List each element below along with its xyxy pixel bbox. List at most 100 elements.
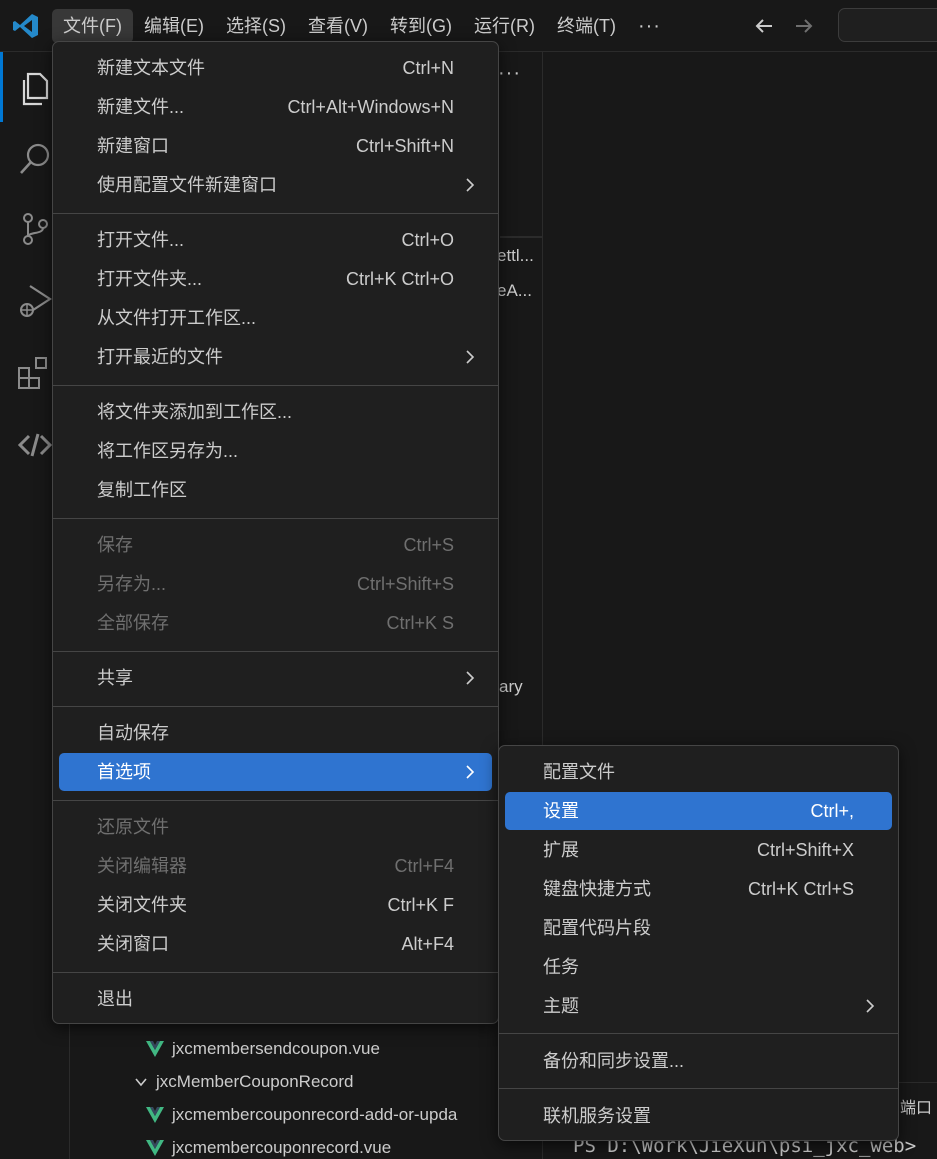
menu-item-label: 共享 [97,668,133,688]
tree-item-file[interactable]: jxcmembercouponrecord-add-or-upda [146,1100,457,1130]
menu-item-shortcut: Ctrl+O [401,230,454,250]
menu-item-close-folder[interactable]: 关闭文件夹 Ctrl+K F [59,886,492,924]
menu-item-new-file[interactable]: 新建文件... Ctrl+Alt+Windows+N [59,88,492,126]
menu-item-label: 打开最近的文件 [97,347,223,367]
run-debug-icon [20,285,53,317]
panel-tab-ports[interactable]: 端口 [900,1094,932,1118]
tree-item-file[interactable]: jxcmembersendcoupon.vue [146,1034,380,1064]
menu-edit[interactable]: 编辑(E) [133,9,215,43]
menu-item-label: 关闭编辑器 [97,856,187,876]
menu-item-close-window[interactable]: 关闭窗口 Alt+F4 [59,925,492,963]
menu-item-extensions[interactable]: 扩展 Ctrl+Shift+X [505,831,892,869]
menu-separator [499,1088,898,1089]
menu-item-open-recent[interactable]: 打开最近的文件 [59,338,492,376]
menu-item-save-as[interactable]: 另存为... Ctrl+Shift+S [59,565,492,603]
search-icon [20,143,50,174]
menu-terminal[interactable]: 终端(T) [546,9,627,43]
file-menu: 新建文本文件 Ctrl+N 新建文件... Ctrl+Alt+Windows+N… [52,41,499,1024]
tree-item-peek: eA... [497,281,532,300]
menu-item-shortcut: Ctrl+K S [386,613,454,633]
menu-item-settings[interactable]: 设置 Ctrl+, [505,792,892,830]
menu-item-label: 保存 [97,535,133,555]
menu-item-shortcut: Ctrl+F4 [394,856,454,876]
menu-item-keyboard-shortcuts[interactable]: 键盘快捷方式 Ctrl+K Ctrl+S [505,870,892,908]
menu-item-themes[interactable]: 主题 [505,987,892,1025]
menu-item-label: 全部保存 [97,613,169,633]
tree-item-file[interactable]: jxcmembercouponrecord.vue [146,1133,391,1159]
menu-item-close-editor[interactable]: 关闭编辑器 Ctrl+F4 [59,847,492,885]
menu-item-duplicate-workspace[interactable]: 复制工作区 [59,471,492,509]
menu-item-exit[interactable]: 退出 [59,980,492,1018]
menu-item-shortcut: Ctrl+K Ctrl+S [747,879,854,899]
menu-item-open-folder[interactable]: 打开文件夹... Ctrl+K Ctrl+O [59,260,492,298]
menu-view[interactable]: 查看(V) [297,9,379,43]
menu-more-button[interactable]: ··· [627,9,672,43]
menu-separator [53,518,498,519]
menu-item-new-window-with-profile[interactable]: 使用配置文件新建窗口 [59,166,492,204]
sidebar-divider [500,236,543,238]
command-center-search[interactable] [838,8,937,42]
menu-item-label: 主题 [543,996,579,1016]
chevron-right-icon [866,999,875,1013]
menu-item-shortcut: Ctrl+N [402,58,454,78]
menu-item-save[interactable]: 保存 Ctrl+S [59,526,492,564]
menu-item-profiles[interactable]: 配置文件 [505,753,892,791]
sidebar-more-actions[interactable]: ··· [498,62,521,85]
menu-separator [53,800,498,801]
chevron-right-icon [466,178,475,192]
menu-item-shortcut: Ctrl+K Ctrl+O [345,269,454,289]
menu-item-label: 扩展 [543,840,579,860]
menu-item-label: 新建文件... [97,97,185,117]
menu-selection[interactable]: 选择(S) [215,9,297,43]
navigation-controls [752,12,816,40]
vue-file-icon [146,1107,164,1123]
menu-item-open-workspace-from-file[interactable]: 从文件打开工作区... [59,299,492,337]
menu-item-share[interactable]: 共享 [59,659,492,697]
menu-item-add-folder-to-workspace[interactable]: 将文件夹添加到工作区... [59,393,492,431]
menu-separator [53,213,498,214]
menu-item-label: 另存为... [97,574,167,594]
source-control-icon [23,213,48,245]
menu-item-preferences[interactable]: 首选项 [59,753,492,791]
menu-item-label: 复制工作区 [97,480,187,500]
menu-item-label: 将文件夹添加到工作区... [97,402,293,422]
chevron-right-icon [466,671,475,685]
tree-item-label: jxcMemberCouponRecord [156,1072,354,1091]
files-icon [22,72,49,106]
menu-separator [53,972,498,973]
menu-item-tasks[interactable]: 任务 [505,948,892,986]
menu-item-label: 还原文件 [97,817,169,837]
menu-item-shortcut: Ctrl+Shift+S [356,574,454,594]
chevron-right-icon [466,765,475,779]
menu-separator [53,706,498,707]
menu-item-shortcut: Ctrl+S [403,535,454,555]
menu-item-label: 打开文件... [97,230,185,250]
menu-item-backup-sync-settings[interactable]: 备份和同步设置... [505,1042,892,1080]
menu-item-configure-snippets[interactable]: 配置代码片段 [505,909,892,947]
menu-item-new-text-file[interactable]: 新建文本文件 Ctrl+N [59,49,492,87]
menu-item-save-all[interactable]: 全部保存 Ctrl+K S [59,604,492,642]
menu-go[interactable]: 转到(G) [379,9,463,43]
menu-separator [53,385,498,386]
menu-item-label: 键盘快捷方式 [543,879,651,899]
menu-item-shortcut: Alt+F4 [401,934,454,954]
menu-item-label: 联机服务设置 [543,1106,651,1126]
menu-item-auto-save[interactable]: 自动保存 [59,714,492,752]
menu-item-revert-file[interactable]: 还原文件 [59,808,492,846]
menu-item-online-services-settings[interactable]: 联机服务设置 [505,1097,892,1135]
remote-explorer-icon [17,433,53,457]
menu-run[interactable]: 运行(R) [463,9,546,43]
arrow-left-icon[interactable] [752,12,776,40]
menu-item-new-window[interactable]: 新建窗口 Ctrl+Shift+N [59,127,492,165]
menu-item-label: 新建窗口 [97,136,169,156]
menu-item-open-file[interactable]: 打开文件... Ctrl+O [59,221,492,259]
tree-item-peek: ettl... [497,246,534,265]
menu-item-label: 配置代码片段 [543,918,651,938]
menu-file[interactable]: 文件(F) [52,9,133,43]
menu-separator [53,651,498,652]
arrow-right-icon[interactable] [792,12,816,40]
menu-item-label: 关闭文件夹 [97,895,187,915]
menu-item-shortcut: Ctrl+Shift+N [355,136,454,156]
tree-item-folder[interactable]: jxcMemberCouponRecord [134,1067,353,1097]
menu-item-save-workspace-as[interactable]: 将工作区另存为... [59,432,492,470]
